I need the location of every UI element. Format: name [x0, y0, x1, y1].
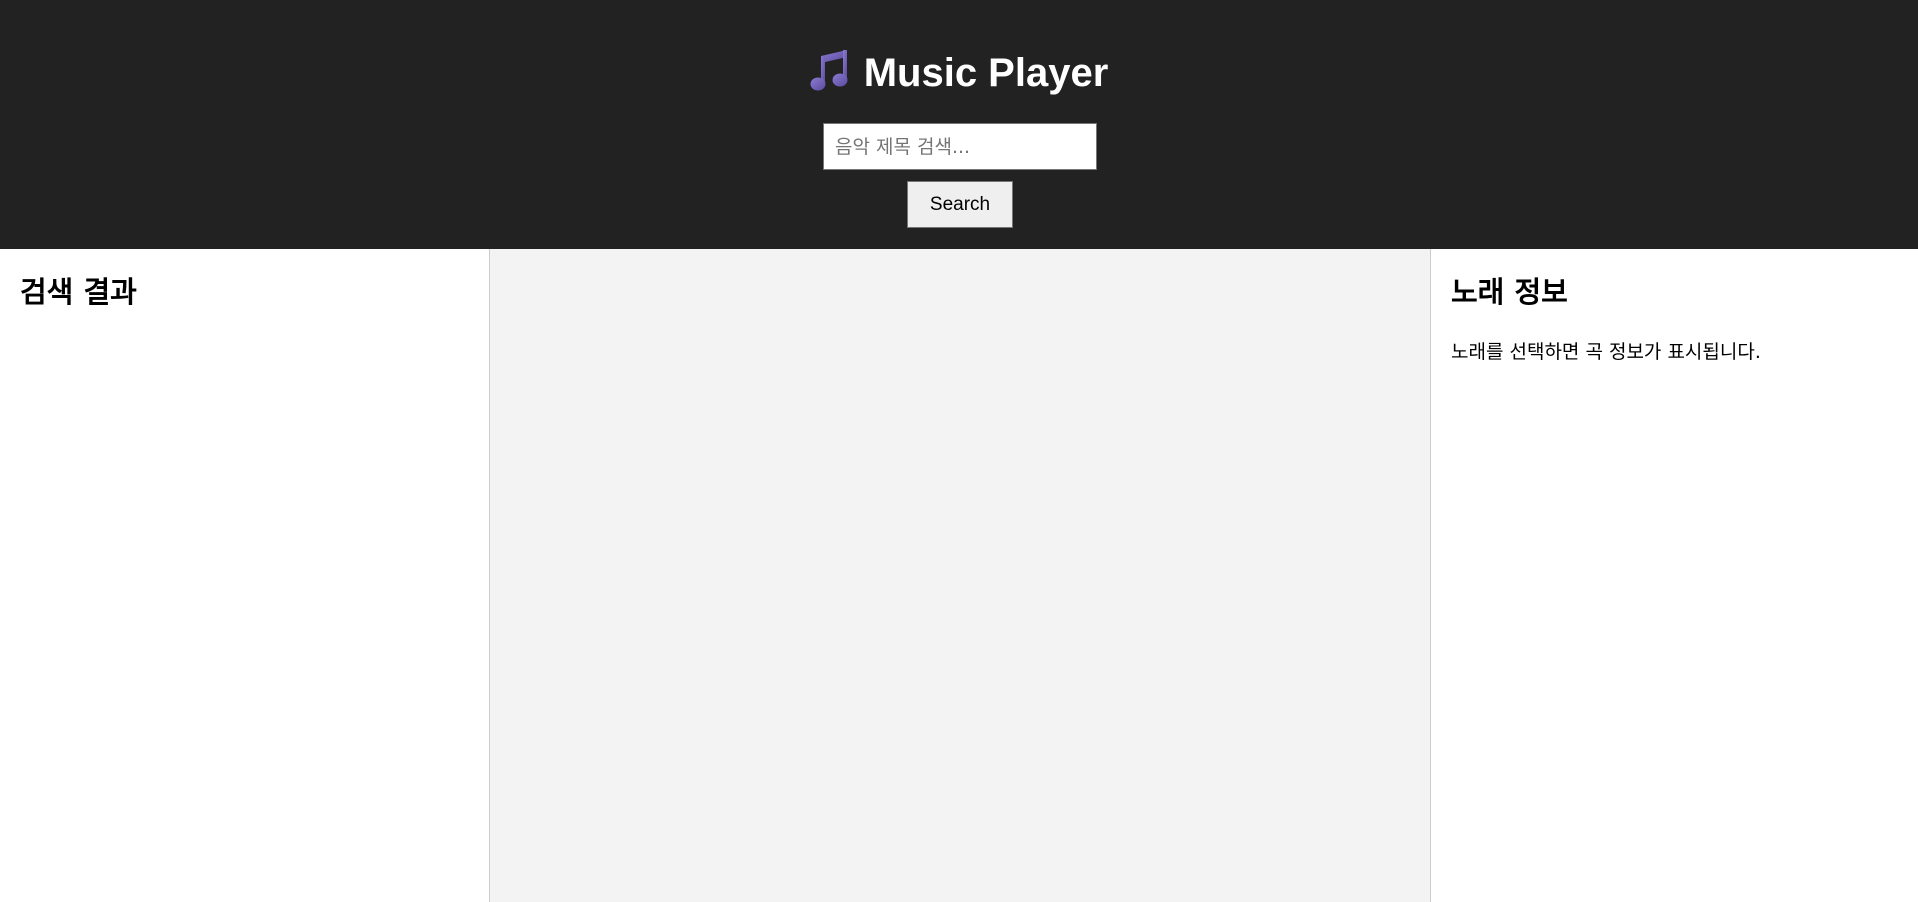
music-note-icon: [810, 48, 850, 92]
app-title: Music Player: [0, 48, 1918, 97]
song-info-heading: 노래 정보: [1451, 275, 1568, 309]
app-header: Music Player Search: [0, 0, 1918, 249]
song-info-panel: 노래 정보 노래를 선택하면 곡 정보가 표시됩니다.: [1431, 249, 1918, 902]
search-input[interactable]: [823, 123, 1097, 170]
search-button[interactable]: Search: [907, 181, 1013, 228]
song-info-message: 노래를 선택하면 곡 정보가 표시됩니다.: [1451, 341, 1761, 363]
main-content: 검색 결과 노래 정보 노래를 선택하면 곡 정보가 표시됩니다.: [0, 249, 1918, 902]
search-results-heading: 검색 결과: [20, 275, 137, 309]
app-title-text: Music Player: [863, 51, 1109, 95]
player-panel: [490, 249, 1431, 902]
search-results-panel: 검색 결과: [0, 249, 490, 902]
